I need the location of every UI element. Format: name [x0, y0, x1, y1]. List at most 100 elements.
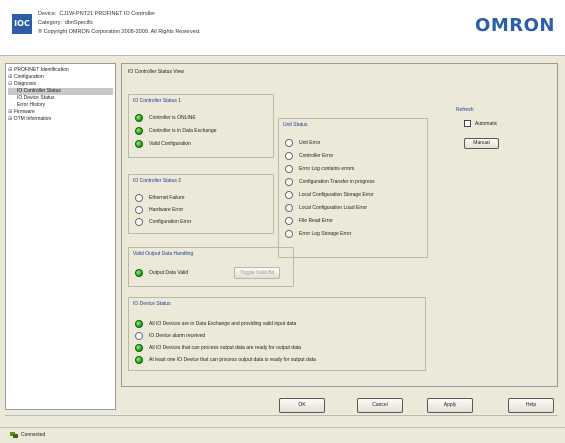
- indicator-row: Configuration Transfer in progress: [285, 178, 375, 186]
- indicator-row: Controller is in Data Exchange: [135, 127, 217, 135]
- status-view-panel: IO Controller Status View IO Controller …: [121, 63, 558, 387]
- refresh-group: Refresh Automatic Manual: [454, 104, 548, 154]
- bottom-separator: [5, 415, 558, 416]
- tree-item-label: Configuration: [14, 74, 44, 80]
- tree-item-label: Firmware: [14, 109, 35, 115]
- tree-item-configuration[interactable]: ⊞ Configuration: [8, 74, 113, 81]
- indicator-label: IO Device alarm received: [149, 333, 206, 339]
- network-connected-icon: [10, 432, 18, 438]
- tree-item-profinet-identification[interactable]: ⊞ PROFINET Identification: [8, 67, 113, 74]
- indicator-row: File Read Error: [285, 217, 333, 225]
- toggle-valid-bit-button[interactable]: Toggle Valid Bit: [234, 267, 280, 279]
- controller-status-2-group: IO Controller Status 2 Ethernet Failure …: [128, 174, 274, 234]
- checkbox-box[interactable]: [464, 120, 471, 127]
- indicator-row: Hardware Error: [135, 206, 183, 214]
- indicator-label: Valid Configuration: [149, 141, 191, 147]
- indicator-row: Error Log contains errors: [285, 165, 354, 173]
- navigation-tree: ⊞ PROFINET Identification ⊞ Configuration …: [5, 63, 116, 410]
- checkbox-label: Automatic: [475, 120, 498, 127]
- tree-item-io-controller-status[interactable]: IO Controller Status: [8, 88, 113, 95]
- indicator-label: Controller is in Data Exchange: [149, 128, 217, 134]
- indicator-label: Error Log Storage Error: [299, 231, 352, 237]
- dtm-header: IOC Device: CJ1W-PNT21 PROFINET IO Contr…: [0, 0, 565, 56]
- category-value: dtmSpecific: [64, 20, 94, 26]
- indicator-row: Controller is ONLINE: [135, 114, 196, 122]
- ioc-logo: IOC: [12, 14, 32, 34]
- unit-status-group: Unit Status Unit Error Controller Error …: [278, 118, 428, 258]
- indicator-label: Configuration Error: [149, 219, 192, 225]
- indicator-row: All IO Devices that can process output d…: [135, 344, 301, 352]
- help-button[interactable]: Help: [508, 398, 554, 413]
- copyright-text: ® Copyright OMRON Corporation 2008-2009.…: [38, 29, 201, 35]
- indicator-row: Unit Error: [285, 139, 320, 147]
- status-led-icon: [135, 218, 143, 226]
- tree-item-firmware[interactable]: ⊞ Firmware: [8, 109, 113, 116]
- indicator-row: Ethernet Failure: [135, 194, 185, 202]
- ok-button[interactable]: OK: [279, 398, 325, 413]
- cancel-button[interactable]: Cancel: [357, 398, 403, 413]
- status-led-icon: [135, 114, 143, 122]
- tree-item-dtm-information[interactable]: ⊞ DTM Information: [8, 116, 113, 123]
- status-led-icon: [285, 204, 293, 212]
- status-led-icon: [285, 165, 293, 173]
- indicator-row: IO Device alarm received: [135, 332, 205, 340]
- status-bar: Connected: [0, 427, 565, 443]
- connection-status-text: Connected: [21, 432, 46, 438]
- group-title: Unit Status: [283, 122, 308, 128]
- indicator-label: File Read Error: [299, 218, 333, 224]
- connection-status: Connected: [10, 432, 45, 438]
- status-led-icon: [135, 269, 143, 277]
- apply-button[interactable]: Apply: [427, 398, 473, 413]
- indicator-row: Local Configuration Load Error: [285, 204, 367, 212]
- indicator-row: All IO Devices are in Data Exchange and …: [135, 320, 296, 328]
- tree-item-diagnosis[interactable]: ⊟ Diagnosis: [8, 81, 113, 88]
- status-led-icon: [285, 230, 293, 238]
- indicator-label: Unit Error: [299, 140, 321, 146]
- omron-logo: OMRON: [475, 15, 555, 36]
- controller-status-1-group: IO Controller Status 1 Controller is ONL…: [128, 94, 274, 158]
- status-led-icon: [135, 332, 143, 340]
- copyright-row: ® Copyright OMRON Corporation 2008-2009.…: [38, 28, 200, 37]
- status-led-icon: [285, 139, 293, 147]
- status-led-icon: [285, 152, 293, 160]
- status-led-icon: [135, 140, 143, 148]
- indicator-label: Local Configuration Storage Error: [299, 192, 374, 198]
- group-title: IO Device Status: [133, 301, 171, 307]
- device-info: Device: CJ1W-PNT21 PROFINET IO Controlle…: [38, 10, 200, 37]
- tree-item-label: PROFINET Identification: [14, 67, 69, 73]
- status-led-icon: [135, 344, 143, 352]
- device-row: Device: CJ1W-PNT21 PROFINET IO Controlle…: [38, 10, 200, 19]
- indicator-row: At least one IO Device that can process …: [135, 356, 316, 364]
- group-title: Valid Output Data Handling: [133, 251, 194, 257]
- tree-item-label: Diagnosis: [14, 81, 36, 87]
- indicator-row: Local Configuration Storage Error: [285, 191, 374, 199]
- indicator-label: Hardware Error: [149, 207, 184, 213]
- automatic-refresh-checkbox[interactable]: Automatic: [464, 120, 497, 127]
- status-led-icon: [135, 206, 143, 214]
- category-label: Category:: [38, 20, 62, 26]
- group-title: Refresh: [456, 107, 474, 113]
- indicator-label: All IO Devices are in Data Exchange and …: [149, 321, 297, 327]
- group-title: IO Controller Status 1: [133, 98, 182, 104]
- indicator-label: Error Log contains errors: [299, 166, 355, 172]
- indicator-label: Ethernet Failure: [149, 195, 185, 201]
- indicator-row: Valid Configuration: [135, 140, 191, 148]
- indicator-row: Output Data Valid: [135, 269, 188, 277]
- indicator-label: All IO Devices that can process output d…: [149, 345, 302, 351]
- status-led-icon: [135, 356, 143, 364]
- status-led-icon: [135, 194, 143, 202]
- indicator-label: Output Data Valid: [149, 270, 189, 276]
- tree-item-error-history[interactable]: Error History: [8, 102, 113, 109]
- view-title: IO Controller Status View: [128, 69, 185, 75]
- tree-item-label: IO Device Status: [17, 95, 55, 101]
- group-title: IO Controller Status 2: [133, 178, 182, 184]
- manual-refresh-button[interactable]: Manual: [464, 138, 499, 149]
- status-led-icon: [135, 127, 143, 135]
- indicator-row: Controller Error: [285, 152, 333, 160]
- device-value: CJ1W-PNT21 PROFINET IO Controller: [59, 11, 156, 17]
- status-led-icon: [285, 178, 293, 186]
- tree-item-label: IO Controller Status: [17, 88, 61, 94]
- tree-item-io-device-status[interactable]: IO Device Status: [8, 95, 113, 102]
- status-led-icon: [135, 320, 143, 328]
- status-led-icon: [285, 191, 293, 199]
